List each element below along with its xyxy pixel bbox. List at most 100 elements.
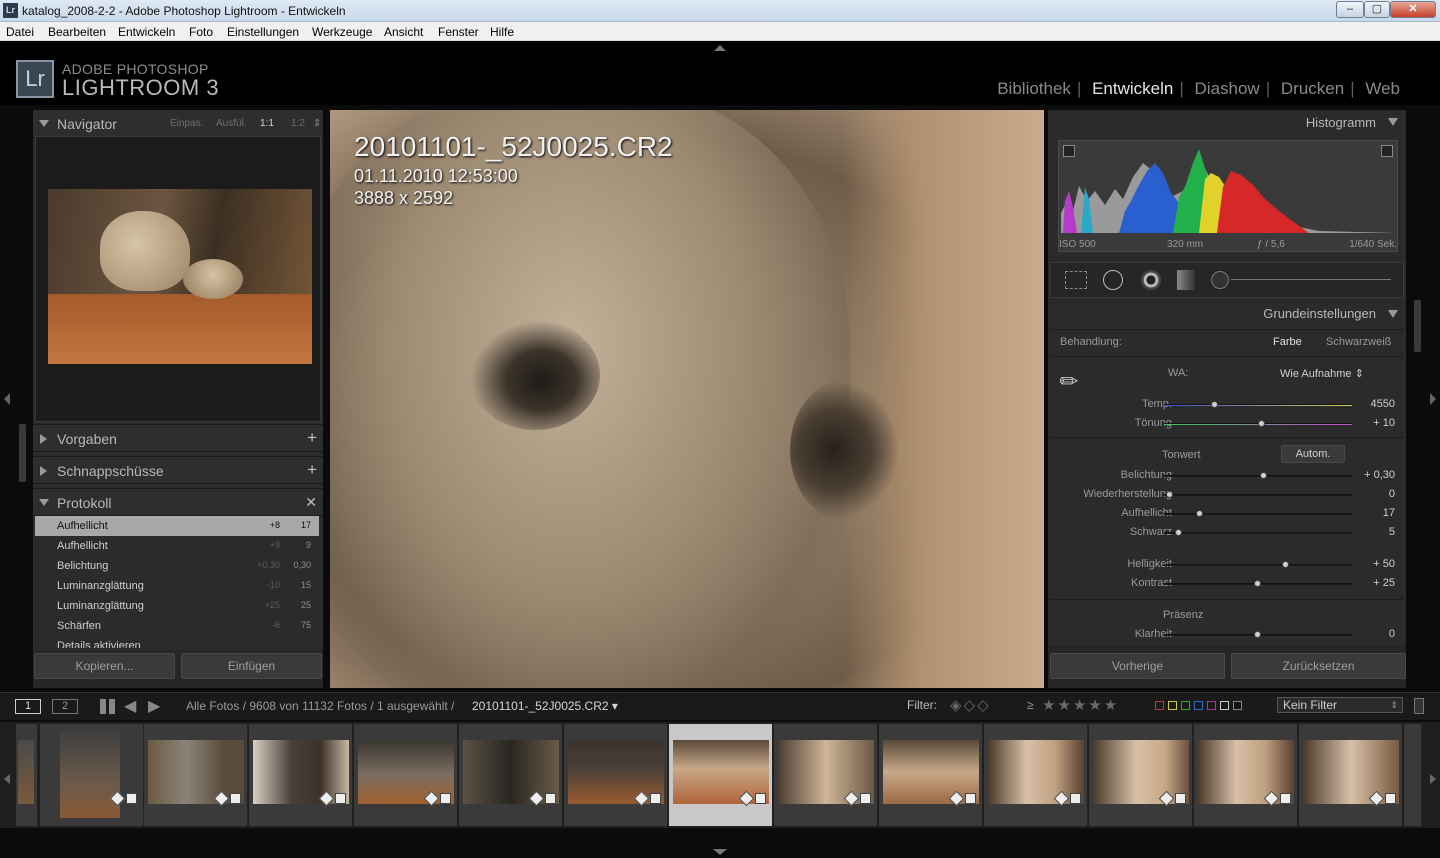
temp-knob[interactable]: [1210, 401, 1218, 408]
history-row[interactable]: Aufhellicht +9 9: [35, 536, 319, 556]
vorgaben-header[interactable]: Vorgaben +: [33, 424, 323, 452]
reset-button[interactable]: Zurücksetzen: [1231, 653, 1406, 679]
brightness-slider[interactable]: [1164, 561, 1352, 568]
color-label-filter[interactable]: [1155, 701, 1245, 711]
filmstrip-thumbnail[interactable]: [1404, 724, 1422, 826]
contrast-knob[interactable]: [1254, 580, 1261, 587]
flag-filter-icon[interactable]: ◈◇◇: [950, 696, 991, 714]
collapse-bottom-arrow-icon[interactable]: [713, 849, 727, 855]
filter-preset-select[interactable]: Kein Filter ⇕: [1277, 697, 1403, 713]
filmstrip-thumbnail[interactable]: [249, 724, 353, 826]
add-preset-icon[interactable]: +: [307, 428, 317, 448]
clarity-slider[interactable]: [1164, 631, 1352, 638]
filmstrip-thumbnail[interactable]: [459, 724, 563, 826]
filmstrip-thumbnail[interactable]: [1194, 724, 1298, 826]
navigator-preview[interactable]: [35, 136, 321, 422]
zoom-1-2[interactable]: 1:2: [291, 118, 305, 129]
previous-settings-button[interactable]: Vorherige: [1050, 653, 1225, 679]
exposure-knob[interactable]: [1259, 472, 1267, 479]
exposure-slider[interactable]: [1164, 472, 1352, 479]
collapse-top-arrow-icon[interactable]: [714, 45, 726, 51]
temp-slider[interactable]: [1164, 401, 1352, 408]
spot-removal-icon[interactable]: [1103, 270, 1123, 290]
filmstrip-thumbnail[interactable]: [144, 724, 248, 826]
zoom-fit[interactable]: Einpas.: [170, 118, 203, 129]
fill-light-slider[interactable]: [1164, 510, 1352, 517]
schnappschuesse-header[interactable]: Schnappschüsse +: [33, 456, 323, 484]
recovery-value[interactable]: 0: [1355, 488, 1395, 500]
clear-history-icon[interactable]: ✕: [305, 494, 317, 511]
history-row[interactable]: Belichtung +0,30 0,30: [35, 556, 319, 576]
filmstrip-thumbnail[interactable]: [564, 724, 668, 826]
menu-fenster[interactable]: Fenster: [438, 25, 479, 39]
blacks-value[interactable]: 5: [1355, 526, 1395, 538]
second-window-button[interactable]: 2: [52, 699, 78, 714]
rating-operator[interactable]: ≥: [1027, 698, 1034, 712]
copy-settings-button[interactable]: Kopieren...: [34, 653, 175, 679]
contrast-value[interactable]: + 25: [1355, 577, 1395, 589]
minimize-button[interactable]: –: [1336, 1, 1364, 18]
crop-tool-icon[interactable]: [1065, 271, 1087, 289]
filmstrip-thumbnail[interactable]: [40, 724, 144, 826]
menu-foto[interactable]: Foto: [189, 25, 213, 39]
tint-value[interactable]: + 10: [1355, 417, 1395, 429]
filmstrip-thumbnail[interactable]: [1089, 724, 1193, 826]
recovery-slider[interactable]: [1164, 491, 1352, 498]
history-row[interactable]: Schärfen -6 75: [35, 616, 319, 636]
module-web[interactable]: Web: [1365, 79, 1400, 98]
filmstrip-thumbnail[interactable]: [1299, 724, 1403, 826]
filmstrip-thumbnail[interactable]: [774, 724, 878, 826]
module-entwickeln[interactable]: Entwickeln: [1092, 79, 1173, 98]
fill-light-knob[interactable]: [1195, 510, 1203, 517]
eyedropper-icon[interactable]: ✎: [1054, 358, 1096, 400]
auto-tone-button[interactable]: Autom.: [1281, 445, 1345, 463]
module-drucken[interactable]: Drucken: [1281, 79, 1344, 98]
zoom-fill[interactable]: Ausfül.: [216, 118, 247, 129]
filmstrip-thumbnail[interactable]: [354, 724, 458, 826]
collapse-left-arrow-icon[interactable]: [4, 393, 10, 405]
fill-light-value[interactable]: 17: [1355, 507, 1395, 519]
filmstrip-left-arrow-icon[interactable]: [4, 774, 10, 784]
paste-settings-button[interactable]: Einfügen: [181, 653, 322, 679]
star-filter[interactable]: ★★★★★: [1042, 696, 1119, 714]
filmstrip-thumbnail[interactable]: [16, 724, 38, 826]
module-diashow[interactable]: Diashow: [1195, 79, 1260, 98]
menu-hilfe[interactable]: Hilfe: [490, 25, 514, 39]
blacks-slider[interactable]: [1164, 529, 1352, 536]
navigator-thumbnail[interactable]: [48, 189, 312, 364]
brightness-value[interactable]: + 50: [1355, 558, 1395, 570]
temp-value[interactable]: 4550: [1355, 398, 1395, 410]
menu-einstellungen[interactable]: Einstellungen: [227, 25, 299, 39]
shadow-clipping-icon[interactable]: [1063, 145, 1075, 157]
filmstrip-thumbnail[interactable]: [879, 724, 983, 826]
treatment-color[interactable]: Farbe: [1273, 336, 1302, 348]
filmstrip-right-arrow-icon[interactable]: [1430, 774, 1436, 784]
adjustment-brush-icon[interactable]: [1211, 271, 1229, 289]
navigator-header[interactable]: Navigator Einpas. Ausfül. 1:1 1:2 ⇕: [33, 110, 323, 138]
grid-view-icon[interactable]: [100, 699, 115, 714]
right-panel-scrollbar[interactable]: [1414, 300, 1421, 352]
recovery-knob[interactable]: [1165, 491, 1173, 498]
left-panel-scrollbar[interactable]: [19, 424, 26, 482]
collapse-right-arrow-icon[interactable]: [1430, 393, 1436, 405]
forward-arrow-icon[interactable]: ▶: [148, 696, 160, 716]
zoom-1-1[interactable]: 1:1: [260, 118, 274, 129]
filmstrip-thumbnail-selected[interactable]: [669, 724, 773, 826]
history-row[interactable]: Details aktivieren: [35, 636, 319, 648]
tint-knob[interactable]: [1257, 420, 1265, 427]
clarity-value[interactable]: 0: [1355, 628, 1395, 640]
menu-ansicht[interactable]: Ansicht: [384, 25, 423, 39]
menu-entwickeln[interactable]: Entwickeln: [118, 25, 175, 39]
tint-slider[interactable]: [1164, 420, 1352, 427]
zoom-stepper-icon[interactable]: ⇕: [313, 118, 321, 129]
collapse-triangle-icon[interactable]: [1388, 310, 1398, 318]
history-row[interactable]: Luminanzglättung -10 15: [35, 576, 319, 596]
graduated-filter-icon[interactable]: [1177, 270, 1195, 290]
history-row[interactable]: Luminanzglättung +25 25: [35, 596, 319, 616]
close-button[interactable]: ✕: [1390, 1, 1436, 18]
treatment-bw[interactable]: Schwarzweiß: [1326, 336, 1391, 348]
wb-select[interactable]: Wie Aufnahme ⇕: [1280, 367, 1364, 380]
menu-datei[interactable]: Datei: [6, 25, 34, 39]
highlight-clipping-icon[interactable]: [1381, 145, 1393, 157]
back-arrow-icon[interactable]: ◀: [124, 696, 136, 716]
